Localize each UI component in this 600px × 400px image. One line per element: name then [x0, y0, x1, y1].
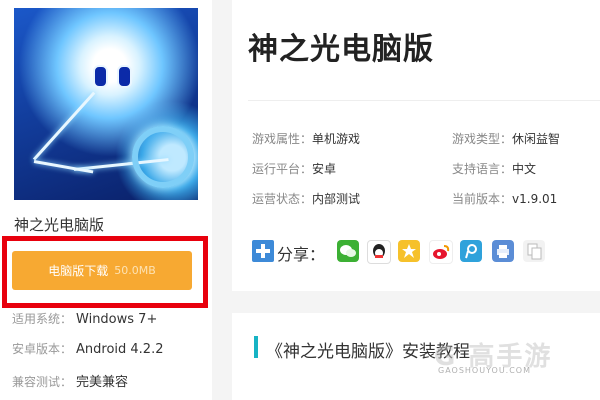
attr-version: 当前版本：v1.9.01: [452, 190, 557, 207]
spec-label: 适用系统：: [12, 312, 73, 326]
attr-value: 内部测试: [312, 192, 361, 206]
game-cover-image[interactable]: [14, 8, 198, 200]
weibo-icon[interactable]: [429, 240, 453, 264]
share-plus-icon[interactable]: [252, 240, 274, 262]
attr-status: 运营状态：内部测试: [252, 190, 360, 207]
attr-label: 游戏属性：: [252, 132, 313, 146]
qq-icon[interactable]: [367, 240, 391, 264]
page-title: 神之光电脑版: [248, 32, 434, 67]
wechat-icon[interactable]: [337, 240, 359, 262]
attr-game-type: 游戏类型：休闲益智: [452, 130, 560, 147]
spec-android: 安卓版本： Android 4.2.2: [12, 340, 164, 357]
share-label: 分享：: [277, 245, 326, 264]
attr-value: v1.9.01: [512, 192, 558, 206]
download-label: 电脑版下载: [48, 264, 109, 278]
attr-label: 运行平台：: [252, 162, 313, 176]
pc-download-button[interactable]: 电脑版下载 50.0MB: [12, 251, 192, 290]
watermark-logo: G 高手游: [434, 342, 553, 372]
tencent-weibo-icon[interactable]: [460, 240, 482, 262]
qzone-icon[interactable]: [398, 240, 420, 262]
spec-label: 安卓版本：: [12, 342, 73, 356]
spec-value: 完美兼容: [76, 375, 129, 390]
game-name[interactable]: 神之光电脑版: [14, 214, 104, 235]
attr-value[interactable]: 休闲益智: [512, 132, 560, 146]
character-eye-right: [117, 65, 132, 88]
attr-platform: 运行平台：安卓: [252, 160, 336, 177]
watermark-url: GAOSHOUYOU.COM: [438, 366, 532, 375]
attr-value: 中文: [512, 162, 537, 176]
print-icon[interactable]: [492, 240, 514, 262]
spec-value: Android 4.2.2: [76, 342, 164, 357]
attr-label: 当前版本：: [452, 192, 513, 206]
copy-icon[interactable]: [523, 240, 545, 262]
attr-game-property: 游戏属性：单机游戏: [252, 130, 360, 147]
attr-value[interactable]: 单机游戏: [312, 132, 360, 146]
spec-compat: 兼容测试： 完美兼容: [12, 371, 128, 390]
title-divider: [248, 100, 600, 101]
spec-value: Windows 7+: [76, 312, 158, 327]
attr-label: 支持语言：: [452, 162, 513, 176]
spec-os: 适用系统： Windows 7+: [12, 310, 157, 327]
attr-language: 支持语言：中文: [452, 160, 536, 177]
section-accent-bar: [254, 336, 258, 358]
attr-label: 运营状态：: [252, 192, 313, 206]
light-ring: [132, 126, 194, 188]
spec-label: 兼容测试：: [12, 375, 73, 389]
attr-value: 安卓: [312, 162, 337, 176]
attr-label: 游戏类型：: [452, 132, 513, 146]
character-eye-left: [93, 65, 108, 88]
download-size: 50.0MB: [114, 264, 156, 277]
